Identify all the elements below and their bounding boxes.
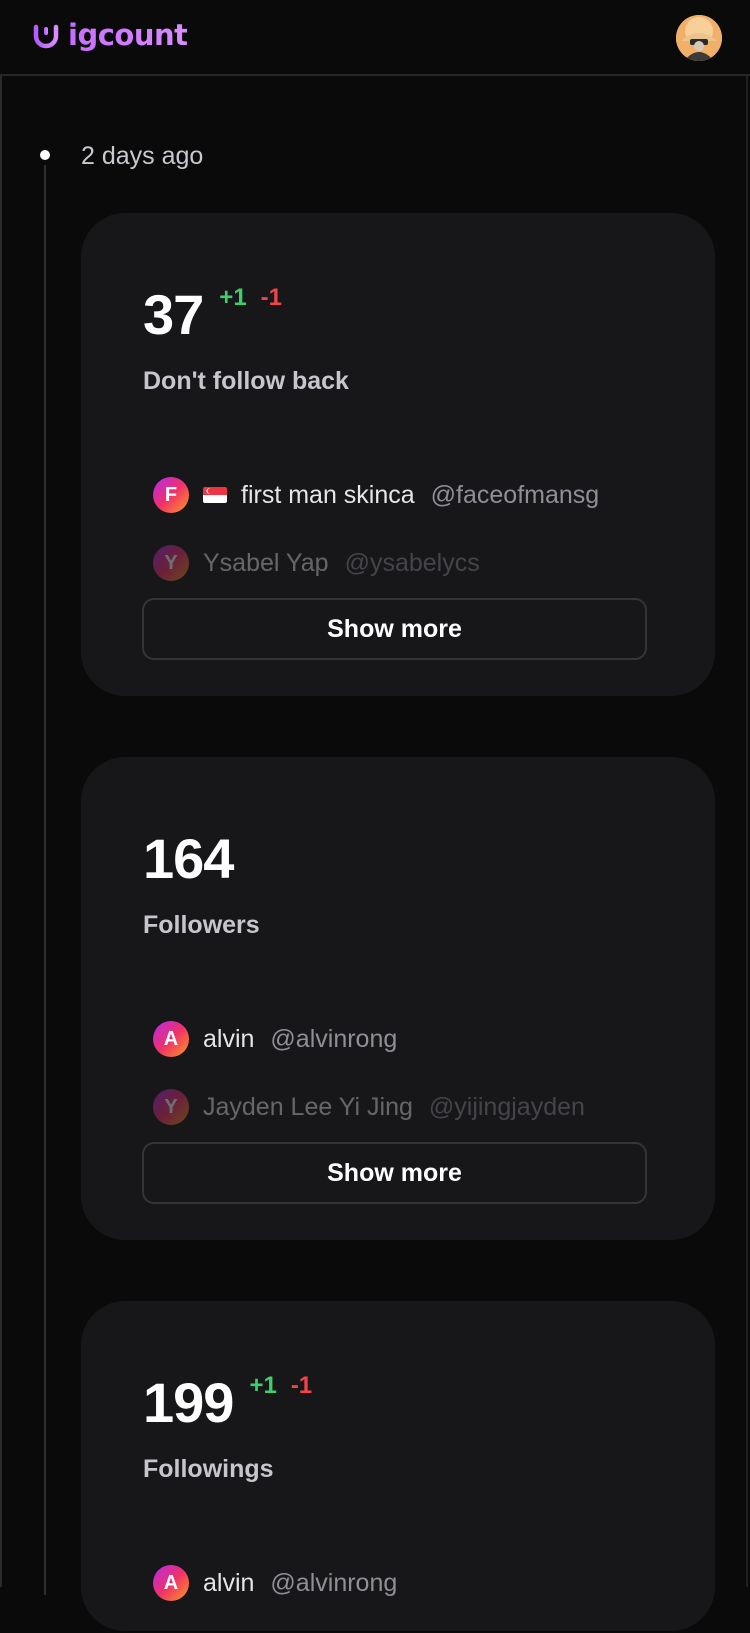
- user-name: alvin: [203, 1025, 255, 1053]
- stat-row: 199 +1 -1: [143, 1371, 313, 1434]
- user-avatar: A: [153, 1021, 189, 1057]
- profile-photo-icon: [676, 15, 722, 61]
- singapore-flag-icon: [203, 487, 227, 503]
- user-name: alvin: [203, 1569, 255, 1597]
- stat-label: Don't follow back: [143, 367, 349, 395]
- timeline-line: [44, 165, 46, 1595]
- user-name: Jayden Lee Yi Jing: [203, 1093, 413, 1121]
- delta-removed: -1: [290, 1372, 313, 1399]
- timeline-dot: [40, 150, 50, 160]
- user-avatar: A: [153, 1565, 189, 1601]
- logo-icon: [33, 24, 59, 49]
- followings-card: 199 +1 -1 Followings A alvin @alvinrong: [81, 1301, 715, 1631]
- delta-removed: -1: [260, 284, 283, 311]
- delta-added: +1: [249, 1372, 277, 1399]
- user-handle: @ysabelycs: [344, 549, 480, 577]
- stat-count: 37: [143, 283, 204, 346]
- stat-row: 164: [143, 827, 234, 890]
- user-handle: @alvinrong: [270, 1025, 398, 1053]
- profile-avatar[interactable]: [676, 15, 722, 61]
- user-avatar: Y: [153, 545, 189, 581]
- stat-label: Followings: [143, 1455, 274, 1483]
- list-item[interactable]: Y Ysabel Yap @ysabelycs: [153, 545, 653, 581]
- list-item[interactable]: Y Jayden Lee Yi Jing @yijingjayden: [153, 1089, 653, 1125]
- user-avatar: Y: [153, 1089, 189, 1125]
- stat-label: Followers: [143, 911, 260, 939]
- user-handle: @yijingjayden: [428, 1093, 585, 1121]
- delta-added: +1: [219, 284, 247, 311]
- list-item[interactable]: A alvin @alvinrong: [153, 1565, 653, 1601]
- stat-count: 164: [143, 827, 234, 890]
- top-bar: igcount: [0, 0, 750, 76]
- show-more-button[interactable]: Show more: [142, 598, 647, 660]
- stat-count: 199: [143, 1371, 234, 1434]
- user-list: A alvin @alvinrong: [153, 1565, 653, 1633]
- app-logo[interactable]: igcount: [32, 18, 188, 52]
- user-list: F first man skinca @faceofmansg Y Ysabel…: [153, 477, 653, 613]
- logo-text: igcount: [68, 18, 188, 52]
- user-list: A alvin @alvinrong Y Jayden Lee Yi Jing …: [153, 1021, 653, 1157]
- list-item[interactable]: F first man skinca @faceofmansg: [153, 477, 653, 513]
- show-more-button[interactable]: Show more: [142, 1142, 647, 1204]
- dont-follow-back-card: 37 +1 -1 Don't follow back F first man s…: [81, 213, 715, 696]
- timeline-timestamp: 2 days ago: [81, 142, 204, 170]
- user-name: first man skinca: [241, 481, 415, 509]
- stat-row: 37 +1 -1: [143, 283, 283, 346]
- followers-card: 164 Followers A alvin @alvinrong Y Jayde…: [81, 757, 715, 1240]
- user-handle: @faceofmansg: [430, 481, 600, 509]
- list-item[interactable]: A alvin @alvinrong: [153, 1021, 653, 1057]
- user-avatar: F: [153, 477, 189, 513]
- user-handle: @alvinrong: [270, 1569, 398, 1597]
- user-name: Ysabel Yap: [203, 549, 329, 577]
